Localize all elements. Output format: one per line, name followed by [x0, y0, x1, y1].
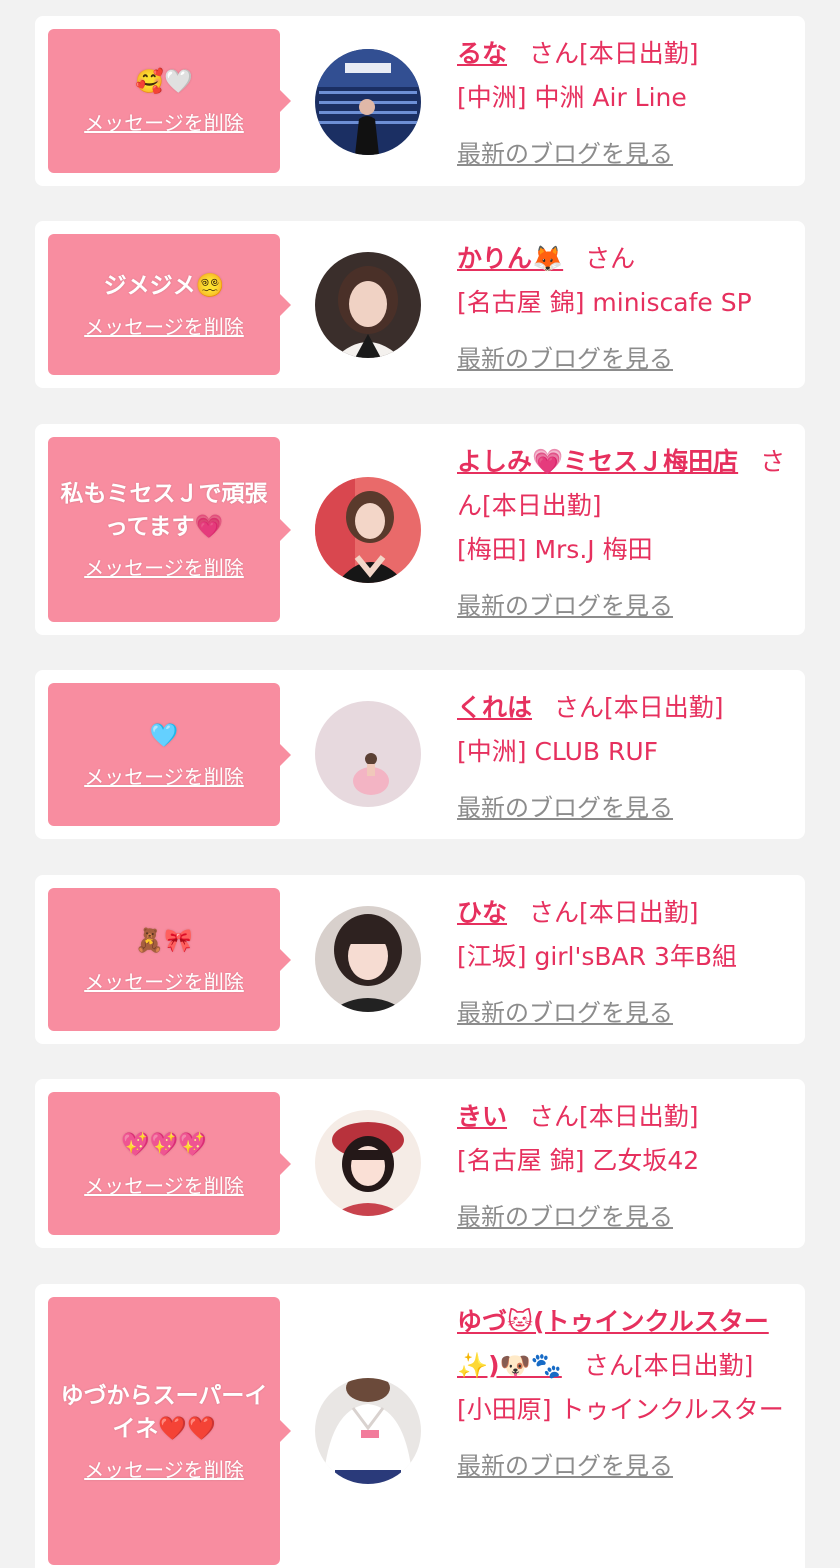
cast-info: よしみ💗ミセスＪ梅田店 さん[本日出勤] [梅田] Mrs.J 梅田 最新のブログ… [457, 440, 787, 628]
message-text: 私もミセスＪで頑張ってます💗 [60, 481, 268, 540]
latest-blog-link[interactable]: 最新のブログを見る [457, 132, 673, 176]
delete-message-link[interactable]: メッセージを削除 [84, 311, 244, 340]
cast-info: きい さん[本日出勤] [名古屋 錦] 乙女坂42 最新のブログを見る [457, 1095, 787, 1239]
delete-message-link[interactable]: メッセージを削除 [84, 1454, 244, 1483]
list-item: ゆづからスーパーイイネ❤️❤️ メッセージを削除 ゆづ🐱(トゥインクルスター✨)… [35, 1284, 805, 1568]
status-badge: [本日出勤] [579, 39, 699, 68]
shop-name: [名古屋 錦] miniscafe SP [457, 288, 752, 317]
delete-message-link[interactable]: メッセージを削除 [84, 966, 244, 995]
message-text: 🥰🤍 [135, 69, 193, 95]
latest-blog-link[interactable]: 最新のブログを見る [457, 584, 673, 628]
honorific: さん [554, 693, 605, 722]
status-badge: [本日出勤] [579, 898, 699, 927]
avatar[interactable] [315, 1110, 421, 1216]
latest-blog-link[interactable]: 最新のブログを見る [457, 991, 673, 1035]
message-bubble: 🥰🤍 メッセージを削除 [48, 29, 291, 173]
cast-info: るな さん[本日出勤] [中洲] 中洲 Air Line 最新のブログを見る [457, 32, 787, 176]
cast-name-link[interactable]: くれは [457, 693, 532, 722]
status-badge: [本日出勤] [482, 491, 602, 520]
avatar[interactable] [315, 1378, 421, 1484]
avatar[interactable] [315, 906, 421, 1012]
cast-name-link[interactable]: るな [457, 39, 507, 68]
cast-name-link[interactable]: かりん🦊 [457, 244, 563, 273]
avatar[interactable] [315, 49, 421, 155]
shop-name: [中洲] CLUB RUF [457, 737, 659, 766]
message-text: 🩵 [149, 722, 179, 749]
shop-name: [中洲] 中洲 Air Line [457, 83, 687, 112]
cast-info: ゆづ🐱(トゥインクルスター✨)🐶🐾 さん[本日出勤] [小田原] トゥインクルスタ… [457, 1300, 787, 1488]
message-text: 💖💖💖 [121, 1131, 207, 1158]
status-badge: [本日出勤] [633, 1351, 754, 1380]
cast-info: くれは さん[本日出勤] [中洲] CLUB RUF 最新のブログを見る [457, 686, 787, 830]
honorific: さん [529, 1102, 580, 1131]
message-bubble: ジメジメ😵‍💫 メッセージを削除 [48, 234, 291, 375]
message-text: ゆづからスーパーイイネ❤️❤️ [60, 1382, 268, 1442]
delete-message-link[interactable]: メッセージを削除 [84, 761, 244, 790]
message-bubble: 🧸🎀 メッセージを削除 [48, 888, 291, 1031]
favorite-list: 🥰🤍 メッセージを削除 るな さん[本日出勤] [中洲] 中洲 Air Line … [0, 0, 840, 1568]
shop-name: [江坂] girl'sBAR 3年B組 [457, 942, 738, 971]
shop-name: [梅田] Mrs.J 梅田 [457, 535, 653, 564]
message-text: 🧸🎀 [135, 927, 193, 954]
shop-name: [名古屋 錦] 乙女坂42 [457, 1146, 700, 1175]
honorific: さん [529, 39, 580, 68]
message-bubble: 私もミセスＪで頑張ってます💗 メッセージを削除 [48, 437, 291, 622]
list-item: 私もミセスＪで頑張ってます💗 メッセージを削除 よしみ💗ミセスＪ梅田店 さん[本日… [35, 424, 805, 635]
delete-message-link[interactable]: メッセージを削除 [84, 552, 244, 581]
honorific: さん [583, 1351, 634, 1380]
list-item: 🩵 メッセージを削除 くれは さん[本日出勤] [中洲] CLUB RUF 最新の… [35, 670, 805, 839]
avatar[interactable] [315, 477, 421, 583]
list-item: 🥰🤍 メッセージを削除 るな さん[本日出勤] [中洲] 中洲 Air Line … [35, 16, 805, 186]
list-item: 🧸🎀 メッセージを削除 ひな さん[本日出勤] [江坂] girl'sBAR 3年… [35, 875, 805, 1044]
honorific: さん [585, 244, 636, 273]
honorific: さん [529, 898, 580, 927]
status-badge: [本日出勤] [579, 1102, 699, 1131]
cast-info: ひな さん[本日出勤] [江坂] girl'sBAR 3年B組 最新のブログを見る [457, 891, 787, 1035]
latest-blog-link[interactable]: 最新のブログを見る [457, 786, 673, 830]
latest-blog-link[interactable]: 最新のブログを見る [457, 1444, 673, 1488]
avatar[interactable] [315, 252, 421, 358]
message-bubble: 💖💖💖 メッセージを削除 [48, 1092, 291, 1235]
list-item: 💖💖💖 メッセージを削除 きい さん[本日出勤] [名古屋 錦] 乙女坂42 最新… [35, 1079, 805, 1248]
shop-name: [小田原] トゥインクルスター [457, 1395, 784, 1424]
list-item: ジメジメ😵‍💫 メッセージを削除 かりん🦊 さん [名古屋 錦] miniscaf… [35, 221, 805, 388]
cast-name-link[interactable]: よしみ💗ミセスＪ梅田店 [457, 447, 738, 476]
cast-name-link[interactable]: ひな [457, 898, 507, 927]
cast-info: かりん🦊 さん [名古屋 錦] miniscafe SP 最新のブログを見る [457, 237, 787, 381]
message-text: ジメジメ😵‍💫 [103, 272, 225, 299]
latest-blog-link[interactable]: 最新のブログを見る [457, 1195, 673, 1239]
message-bubble: 🩵 メッセージを削除 [48, 683, 291, 826]
status-badge: [本日出勤] [604, 693, 724, 722]
avatar[interactable] [315, 701, 421, 807]
cast-name-link[interactable]: きい [457, 1102, 507, 1131]
delete-message-link[interactable]: メッセージを削除 [84, 1170, 244, 1199]
message-bubble: ゆづからスーパーイイネ❤️❤️ メッセージを削除 [48, 1297, 291, 1565]
latest-blog-link[interactable]: 最新のブログを見る [457, 337, 673, 381]
delete-message-link[interactable]: メッセージを削除 [84, 107, 244, 136]
